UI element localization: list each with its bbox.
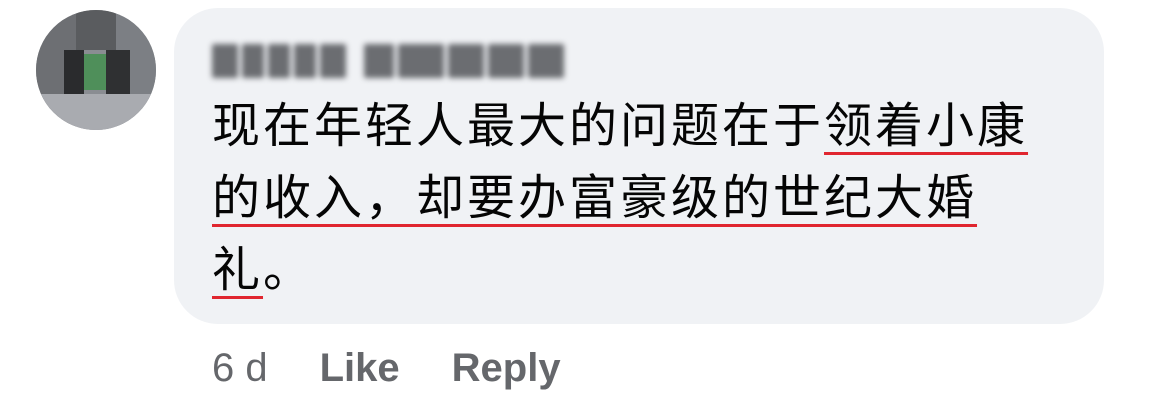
blurred-name-block xyxy=(268,44,290,78)
reply-button[interactable]: Reply xyxy=(452,346,561,391)
avatar[interactable] xyxy=(36,10,156,130)
avatar-pixel xyxy=(84,54,106,90)
comment-actions: 6 d Like Reply xyxy=(212,340,613,396)
comment-timestamp[interactable]: 6 d xyxy=(212,346,268,391)
blurred-name-block xyxy=(320,44,346,78)
comment-text-segment: 。 xyxy=(263,242,315,298)
comment: 现在年轻人最大的问题在于领着小康的收入，却要办富豪级的世纪大婚礼。 6 d Li… xyxy=(0,0,1170,400)
like-button[interactable]: Like xyxy=(320,346,400,391)
avatar-pixel xyxy=(36,94,156,130)
avatar-pixel xyxy=(106,50,130,94)
blurred-name-block xyxy=(398,44,444,78)
blurred-name-block xyxy=(448,44,484,78)
blurred-name-block xyxy=(242,44,264,78)
blurred-name-block xyxy=(212,44,238,78)
author-name[interactable] xyxy=(212,36,568,86)
blurred-name-block xyxy=(488,44,524,78)
blurred-name-block xyxy=(528,44,564,78)
blurred-name-block xyxy=(364,44,394,78)
comment-bubble: 现在年轻人最大的问题在于领着小康的收入，却要办富豪级的世纪大婚礼。 xyxy=(174,8,1104,324)
comment-text: 现在年轻人最大的问题在于领着小康的收入，却要办富豪级的世纪大婚礼。 xyxy=(212,90,1072,306)
comment-text-segment: 现在年轻人最大的问题在于 xyxy=(212,98,825,154)
avatar-pixel xyxy=(64,50,84,94)
avatar-pixel xyxy=(76,10,116,50)
blurred-name-block xyxy=(294,44,316,78)
